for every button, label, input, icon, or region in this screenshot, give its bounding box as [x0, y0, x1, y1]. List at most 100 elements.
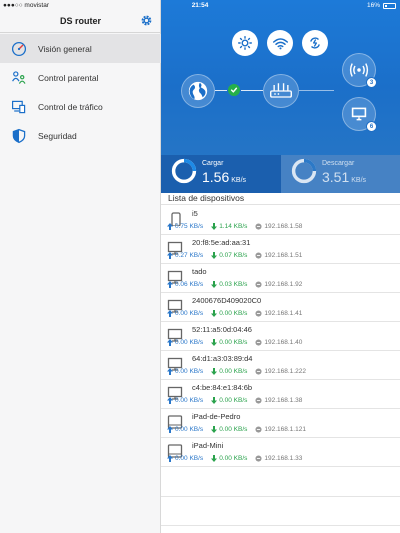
app-title: DS router: [59, 16, 101, 26]
ip-address-icon: [255, 339, 262, 346]
device-upload: 0.00 KB/s: [175, 339, 204, 346]
devices-icon: [11, 100, 26, 113]
shield-icon: [12, 128, 26, 143]
sidebar-item-traffic[interactable]: Control de tráfico: [0, 92, 161, 121]
wired-clients-node[interactable]: 6: [342, 97, 377, 132]
device-download: 0.00 KB/s: [219, 397, 248, 404]
device-row[interactable]: tado 0.06 KB/s 0.03 KB/s 192.168.1.92: [161, 264, 400, 293]
upload-arrow-icon: [167, 252, 173, 259]
device-row[interactable]: iPad-de-Pedro 0.00 KB/s 0.00 KB/s 192.168.1…: [161, 409, 400, 438]
clock: 21:54: [191, 2, 209, 9]
ip-address-icon: [255, 397, 262, 404]
download-arrow-icon: [211, 223, 218, 230]
device-upload: 0.00 KB/s: [175, 368, 204, 375]
device-row[interactable]: 2400676D409020C0 0.00 KB/s 0.00 KB/s 192.16…: [161, 293, 400, 322]
device-download: 0.07 KB/s: [219, 252, 248, 259]
device-stats: 0.06 KB/s 0.03 KB/s 192.168.1.92: [167, 281, 302, 288]
upload-label: Cargar: [202, 160, 224, 167]
device-upload: 0.00 KB/s: [175, 310, 204, 317]
device-download: 0.00 KB/s: [219, 310, 248, 317]
upload-arrow-icon: [167, 455, 173, 462]
device-row[interactable]: i5 0.75 KB/s 1.14 KB/s 192.168.1.58: [161, 206, 400, 235]
device-row[interactable]: iPad-Mini 0.00 KB/s 0.00 KB/s 192.168.1.33: [161, 438, 400, 467]
wifi-icon: [272, 37, 288, 49]
led-toggle-button[interactable]: [232, 30, 258, 56]
device-stats: 0.00 KB/s 0.00 KB/s 192.168.1.40: [167, 339, 302, 346]
connection-ok-icon: [228, 84, 240, 96]
download-arrow-icon: [211, 339, 218, 346]
refresh-bolt-icon: [310, 37, 320, 49]
device-upload: 0.06 KB/s: [175, 281, 204, 288]
sidebar-item-label: Seguridad: [38, 130, 77, 141]
wireless-count-badge: 3: [366, 77, 377, 88]
device-upload: 0.00 KB/s: [175, 426, 204, 433]
device-ip: 192.168.1.92: [264, 281, 303, 288]
battery-indicator: 16%: [367, 2, 396, 9]
download-label: Descargar: [322, 160, 355, 167]
empty-row-separator: [161, 525, 400, 526]
gear-icon[interactable]: [140, 14, 153, 27]
wired-count-badge: 6: [366, 121, 377, 132]
upload-arrow-icon: [167, 397, 173, 404]
device-row[interactable]: c4:be:84:e1:84:6b 0.00 KB/s 0.00 KB/s 192.1…: [161, 380, 400, 409]
connection-line: [241, 90, 263, 91]
device-ip: 192.168.1.38: [264, 397, 303, 404]
router-node[interactable]: [263, 74, 299, 108]
sidebar-item-label: Control parental: [38, 72, 99, 83]
upload-arrow-icon: [167, 310, 173, 317]
battery-icon: [383, 2, 396, 9]
family-icon: [12, 70, 26, 84]
upload-arrow-icon: [167, 281, 173, 288]
device-upload: 0.00 KB/s: [175, 397, 204, 404]
wifi-toggle-button[interactable]: [267, 30, 293, 56]
device-stats: 0.00 KB/s 0.00 KB/s 192.168.1.38: [167, 397, 302, 404]
wireless-clients-node[interactable]: 3: [342, 53, 377, 88]
boost-toggle-button[interactable]: [302, 30, 328, 56]
device-name: 20:f8:5e:ad:aa:31: [192, 238, 251, 247]
device-stats: 0.00 KB/s 0.00 KB/s 192.168.1.121: [167, 426, 306, 433]
download-value: 3.51 KB/s: [322, 169, 367, 185]
device-ip: 192.168.1.51: [264, 252, 303, 259]
device-stats: 0.27 KB/s 0.07 KB/s 192.168.1.51: [167, 252, 302, 259]
ip-address-icon: [255, 455, 262, 462]
ip-address-icon: [255, 368, 262, 375]
device-upload: 0.27 KB/s: [175, 252, 204, 259]
upload-arrow-icon: [167, 368, 173, 375]
device-download: 0.00 KB/s: [219, 426, 248, 433]
globe-icon: [188, 81, 208, 101]
download-arrow-icon: [211, 368, 218, 375]
device-download: 0.00 KB/s: [219, 339, 248, 346]
ip-address-icon: [255, 281, 262, 288]
device-row[interactable]: 52:11:a5:0d:04:46 0.00 KB/s 0.00 KB/s 192.1…: [161, 322, 400, 351]
device-stats: 0.00 KB/s 0.00 KB/s 192.168.1.33: [167, 455, 302, 462]
wireless-signal-icon: [349, 63, 369, 77]
device-list-title: Lista de dispositivos: [161, 193, 400, 205]
sidebar-item-overview[interactable]: Visión general: [0, 34, 161, 63]
device-name: iPad-de-Pedro: [192, 412, 241, 421]
device-ip: 192.168.1.41: [264, 310, 303, 317]
connection-line: [215, 90, 227, 91]
sidebar-item-security[interactable]: Seguridad: [0, 121, 161, 150]
ip-address-icon: [255, 310, 262, 317]
download-speed-panel: Descargar 3.51 KB/s: [281, 155, 400, 193]
sidebar-header: DS router: [0, 11, 161, 33]
device-download: 0.00 KB/s: [219, 368, 248, 375]
connection-line: [299, 90, 334, 91]
device-name: 64:d1:a3:03:89:d4: [192, 354, 253, 363]
device-ip: 192.168.1.222: [264, 368, 306, 375]
device-row[interactable]: 20:f8:5e:ad:aa:31 0.27 KB/s 0.07 KB/s 192.1…: [161, 235, 400, 264]
main-panel: 3 6 Cargar 1.56 KB/s Descargar 3.51 KB/s…: [161, 0, 400, 533]
internet-node[interactable]: [181, 74, 215, 108]
device-download: 0.03 KB/s: [219, 281, 248, 288]
device-stats: 0.00 KB/s 0.00 KB/s 192.168.1.41: [167, 310, 302, 317]
device-download: 1.14 KB/s: [219, 223, 248, 230]
download-arrow-icon: [211, 397, 218, 404]
ip-address-icon: [255, 426, 262, 433]
device-upload: 0.75 KB/s: [175, 223, 204, 230]
device-row[interactable]: 64:d1:a3:03:89:d4 0.00 KB/s 0.00 KB/s 192.1…: [161, 351, 400, 380]
sidebar-item-parental[interactable]: Control parental: [0, 63, 161, 92]
device-name: tado: [192, 267, 207, 276]
device-name: 52:11:a5:0d:04:46: [192, 325, 252, 334]
device-name: iPad-Mini: [192, 441, 224, 450]
device-name: c4:be:84:e1:84:6b: [192, 383, 253, 392]
